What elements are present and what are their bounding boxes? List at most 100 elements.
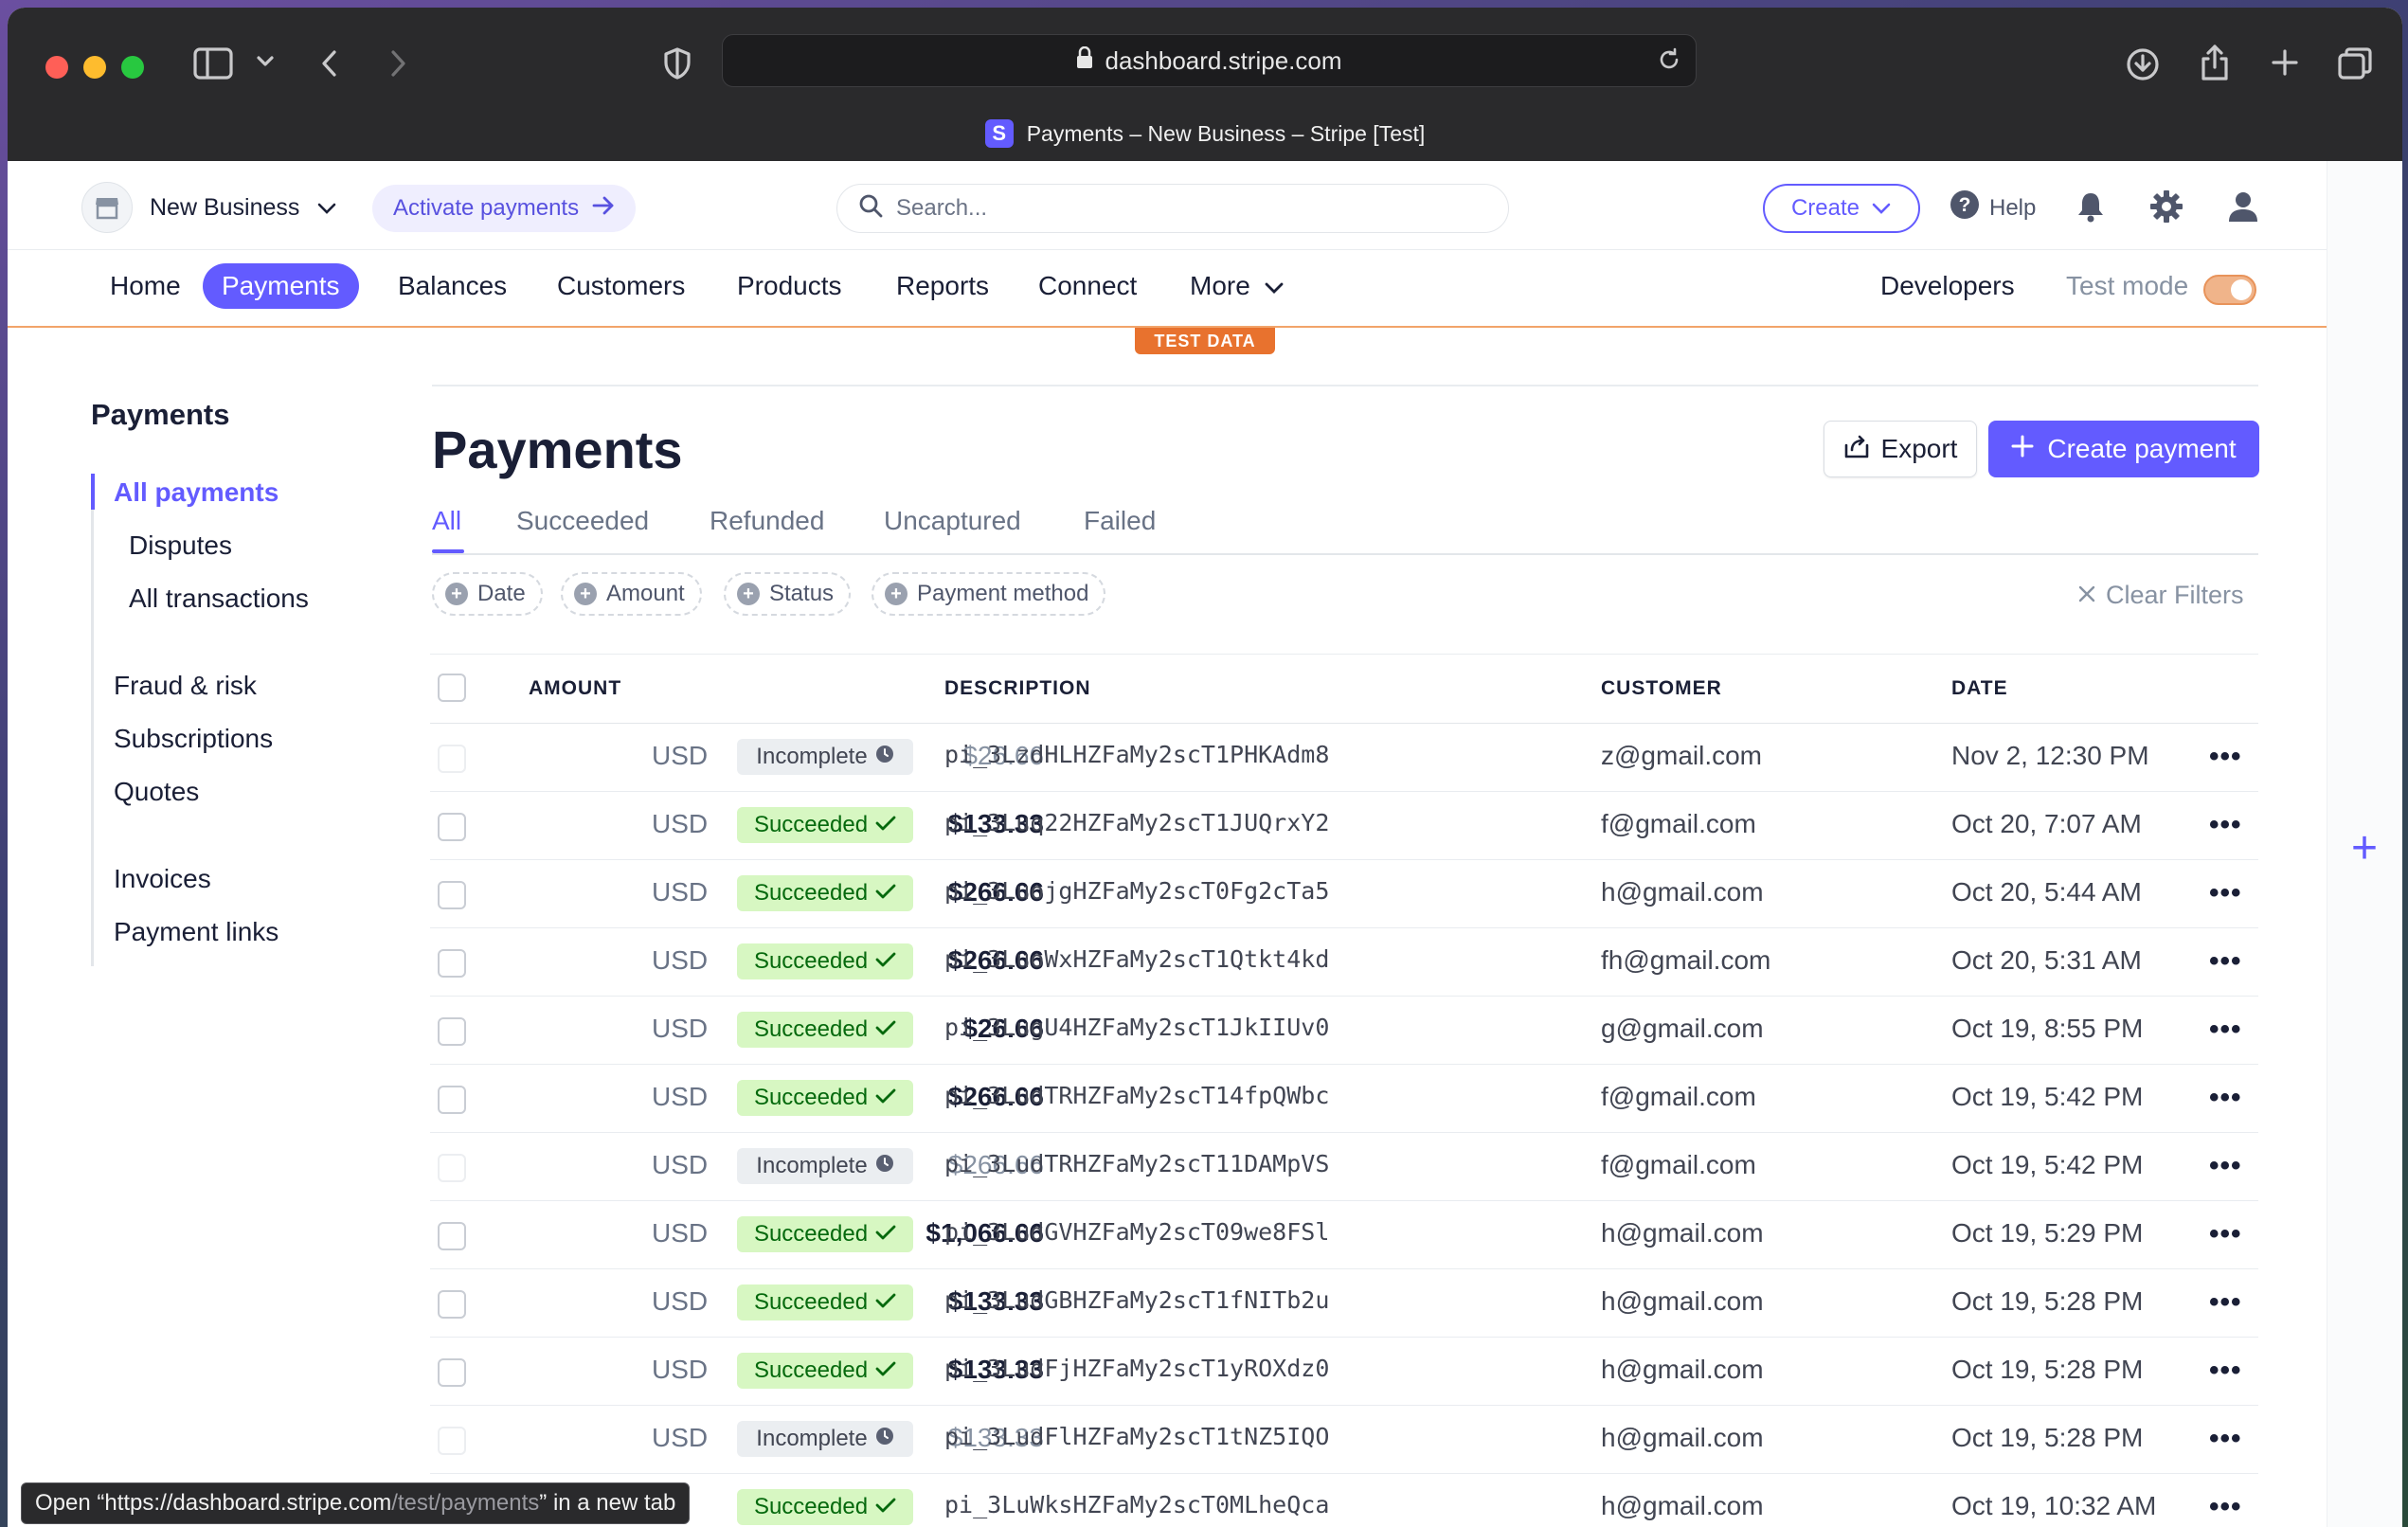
activate-payments-button[interactable]: Activate payments — [372, 185, 637, 232]
nav-reports[interactable]: Reports — [877, 263, 1008, 309]
payment-description[interactable]: pi_3LudGVHZFaMy2scT09we8FSl — [944, 1218, 1329, 1246]
payment-description[interactable]: pi_3LudFjHZFaMy2scT1yROXdz0 — [944, 1355, 1329, 1382]
table-row[interactable]: $266.66 USD Succeeded pi_3LuojgHZFaMy2scT0F… — [430, 860, 2258, 928]
sidebar-toggle-icon[interactable] — [193, 47, 233, 80]
customer-email[interactable]: h@gmail.com — [1601, 1423, 1764, 1453]
nav-developers[interactable]: Developers — [1880, 263, 2015, 309]
sidebar-item-fraud-risk[interactable]: Fraud & risk — [114, 671, 257, 701]
column-customer[interactable]: CUSTOMER — [1601, 677, 1722, 700]
row-actions-menu-icon[interactable]: ••• — [2209, 1150, 2242, 1182]
back-icon[interactable] — [320, 49, 339, 78]
row-checkbox[interactable] — [438, 745, 466, 773]
row-actions-menu-icon[interactable]: ••• — [2209, 1218, 2242, 1250]
row-checkbox[interactable] — [438, 813, 466, 841]
active-tab[interactable]: S Payments – New Business – Stripe [Test… — [8, 119, 2402, 148]
sidebar-item-subscriptions[interactable]: Subscriptions — [114, 724, 273, 754]
row-checkbox[interactable] — [438, 881, 466, 909]
downloads-icon[interactable] — [2126, 47, 2160, 81]
row-checkbox[interactable] — [438, 1290, 466, 1319]
select-all-checkbox[interactable] — [438, 674, 466, 702]
reload-icon[interactable] — [1656, 46, 1682, 80]
customer-email[interactable]: h@gmail.com — [1601, 1286, 1764, 1317]
customer-email[interactable]: h@gmail.com — [1601, 1491, 1764, 1521]
customer-email[interactable]: h@gmail.com — [1601, 877, 1764, 907]
payment-description[interactable]: pi_3LuoWxHZFaMy2scT1Qtkt4kd — [944, 945, 1329, 973]
payment-description[interactable]: pi_3LudTRHZFaMy2scT11DAMpVS — [944, 1150, 1329, 1177]
column-date[interactable]: DATE — [1951, 677, 2008, 700]
column-description[interactable]: DESCRIPTION — [944, 677, 1091, 700]
zoom-window-button[interactable] — [121, 56, 144, 79]
customer-email[interactable]: f@gmail.com — [1601, 1150, 1756, 1180]
table-row[interactable]: $133.33 USD Succeeded pi_3LudFjHZFaMy2scT1y… — [430, 1338, 2258, 1406]
table-row[interactable]: $133.33 USD Succeeded pi_3LudGBHZFaMy2scT1f… — [430, 1269, 2258, 1338]
row-actions-menu-icon[interactable]: ••• — [2209, 741, 2242, 773]
table-row[interactable]: Succeeded pi_3LuWksHZFaMy2scT0MLheQca h@gm… — [430, 1474, 2258, 1527]
profile-icon[interactable] — [2224, 188, 2262, 225]
column-amount[interactable]: AMOUNT — [529, 677, 621, 700]
customer-email[interactable]: h@gmail.com — [1601, 1355, 1764, 1385]
payment-description[interactable]: pi_3LuojgHZFaMy2scT0Fg2cTa5 — [944, 877, 1329, 905]
tab-failed[interactable]: Failed — [1084, 506, 1156, 536]
table-row[interactable]: $266.66 USD Succeeded pi_3LudTRHZFaMy2scT14… — [430, 1065, 2258, 1133]
payment-description[interactable]: pi_3LugU4HZFaMy2scT1JkIIUv0 — [944, 1014, 1329, 1041]
row-actions-menu-icon[interactable]: ••• — [2209, 1355, 2242, 1387]
row-checkbox[interactable] — [438, 949, 466, 978]
nav-customers[interactable]: Customers — [538, 263, 704, 309]
create-payment-button[interactable]: Create payment — [1988, 421, 2259, 477]
payment-description[interactable]: pi_3LuWksHZFaMy2scT0MLheQca — [944, 1491, 1329, 1518]
test-mode-toggle[interactable] — [2203, 275, 2256, 305]
nav-payments[interactable]: Payments — [203, 263, 359, 309]
row-checkbox[interactable] — [438, 1086, 466, 1114]
filter-status[interactable]: + Status — [724, 572, 852, 616]
nav-home[interactable]: Home — [91, 263, 200, 309]
sidebar-item-disputes[interactable]: Disputes — [129, 530, 232, 561]
table-row[interactable]: $1,066.66 USD Succeeded pi_3LudGVHZFaMy2scT… — [430, 1201, 2258, 1269]
tab-all[interactable]: All — [432, 506, 461, 536]
row-checkbox[interactable] — [438, 1427, 466, 1455]
row-actions-menu-icon[interactable]: ••• — [2209, 1491, 2242, 1523]
customer-email[interactable]: f@gmail.com — [1601, 1082, 1756, 1112]
nav-balances[interactable]: Balances — [379, 263, 526, 309]
table-row[interactable]: $133.33 USD Incomplete pi_3LudFlHZFaMy2scT1… — [430, 1406, 2258, 1474]
payment-description[interactable]: pi_3Luq22HZFaMy2scT1JUQrxY2 — [944, 809, 1329, 836]
search-input[interactable]: Search... — [836, 184, 1509, 233]
customer-email[interactable]: g@gmail.com — [1601, 1014, 1764, 1044]
row-checkbox[interactable] — [438, 1358, 466, 1387]
add-panel-plus-icon[interactable]: + — [2351, 822, 2378, 874]
filter-amount[interactable]: + Amount — [561, 572, 702, 616]
payment-description[interactable]: pi_3LzdHLHZFaMy2scT1PHKAdm8 — [944, 741, 1329, 768]
sidebar-item-all-payments[interactable]: All payments — [114, 477, 279, 508]
row-checkbox[interactable] — [438, 1222, 466, 1250]
row-actions-menu-icon[interactable]: ••• — [2209, 1082, 2242, 1114]
privacy-shield-icon[interactable] — [663, 47, 692, 80]
create-button[interactable]: Create — [1763, 184, 1920, 233]
payment-description[interactable]: pi_3LudGBHZFaMy2scT1fNITb2u — [944, 1286, 1329, 1314]
clear-filters-button[interactable]: Clear Filters — [2077, 581, 2244, 610]
sidebar-item-payment-links[interactable]: Payment links — [114, 917, 279, 947]
forward-icon[interactable] — [388, 49, 407, 78]
row-actions-menu-icon[interactable]: ••• — [2209, 1014, 2242, 1046]
notifications-bell-icon[interactable] — [2072, 188, 2110, 225]
tab-succeeded[interactable]: Succeeded — [516, 506, 649, 536]
row-actions-menu-icon[interactable]: ••• — [2209, 1423, 2242, 1455]
row-actions-menu-icon[interactable]: ••• — [2209, 1286, 2242, 1319]
nav-products[interactable]: Products — [718, 263, 861, 309]
customer-email[interactable]: h@gmail.com — [1601, 1218, 1764, 1249]
table-row[interactable]: $26.66 USD Incomplete pi_3LzdHLHZFaMy2scT1P… — [430, 724, 2258, 792]
payment-description[interactable]: pi_3LudFlHZFaMy2scT1tNZ5IQO — [944, 1423, 1329, 1450]
row-actions-menu-icon[interactable]: ••• — [2209, 945, 2242, 978]
table-row[interactable]: $266.66 USD Succeeded pi_3LuoWxHZFaMy2scT1Q… — [430, 928, 2258, 997]
help-button[interactable]: ? Help — [1950, 189, 2036, 226]
customer-email[interactable]: z@gmail.com — [1601, 741, 1762, 771]
minimize-window-button[interactable] — [83, 56, 106, 79]
table-row[interactable]: $26.66 USD Succeeded pi_3LugU4HZFaMy2scT1Jk… — [430, 997, 2258, 1065]
close-window-button[interactable] — [45, 56, 68, 79]
row-actions-menu-icon[interactable]: ••• — [2209, 877, 2242, 909]
row-checkbox[interactable] — [438, 1017, 466, 1046]
share-icon[interactable] — [2200, 44, 2230, 81]
customer-email[interactable]: f@gmail.com — [1601, 809, 1756, 839]
table-row[interactable]: $266.66 USD Incomplete pi_3LudTRHZFaMy2scT1… — [430, 1133, 2258, 1201]
tab-overview-icon[interactable] — [2338, 47, 2372, 80]
filter-date[interactable]: + Date — [432, 572, 543, 616]
nav-connect[interactable]: Connect — [1019, 263, 1156, 309]
